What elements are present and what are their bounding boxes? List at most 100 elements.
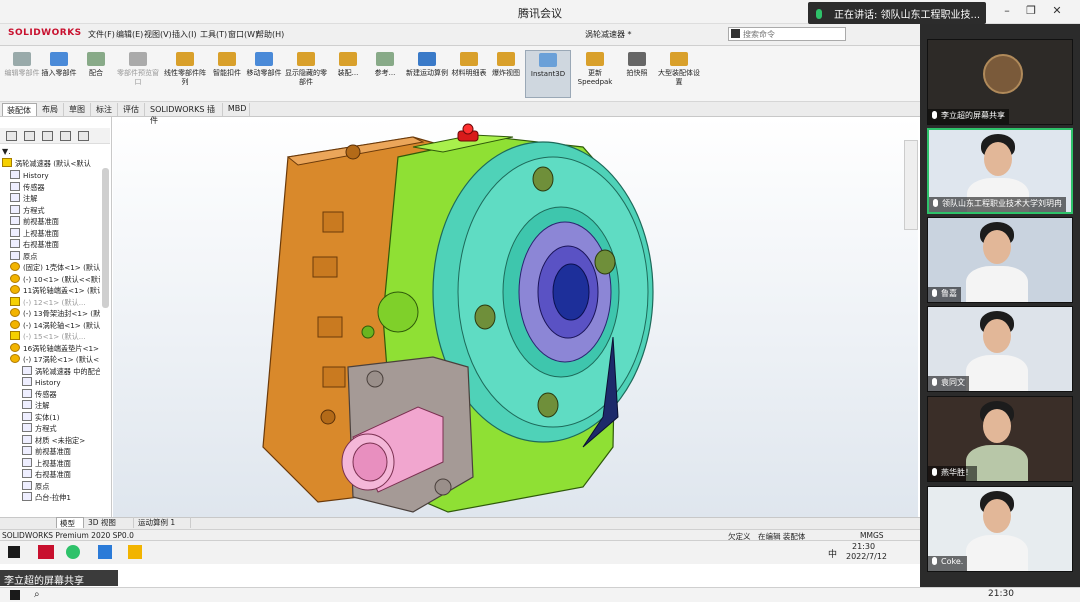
ribbon-button[interactable]: 移动零部件 — [246, 50, 282, 98]
tab-assembly[interactable]: 装配体 — [2, 103, 37, 116]
warning-icon — [10, 331, 20, 340]
host-clock[interactable]: 21:30 — [988, 589, 1014, 599]
minimize-icon[interactable]: – — [1000, 5, 1014, 17]
tree-item[interactable]: 上视基准面 — [10, 227, 100, 239]
tree-root-assembly[interactable]: 涡轮减速器 (默认<默认 — [2, 158, 110, 169]
participant-video-tile[interactable]: 燕华胜！ — [927, 396, 1073, 482]
tree-item[interactable]: 原点 — [10, 250, 100, 262]
ribbon-button[interactable]: 插入零部件 — [41, 50, 77, 98]
menu-item[interactable]: 视图(V) — [144, 29, 172, 40]
tab-command[interactable]: 草图 — [65, 103, 91, 116]
tree-item[interactable]: 原点 — [22, 480, 100, 492]
tab-command[interactable]: SOLIDWORKS 插件 — [146, 103, 223, 125]
ime-indicator[interactable]: 中 — [828, 547, 837, 560]
tree-item[interactable]: 注解 — [10, 193, 100, 204]
host-start-icon[interactable] — [10, 590, 20, 600]
ribbon-button[interactable]: Instant3D — [525, 50, 571, 98]
bottom-tab[interactable]: 运动算例 1 — [135, 517, 191, 528]
tree-item[interactable]: 方程式 — [22, 423, 100, 434]
ribbon-button[interactable]: 线性零部件阵列 — [162, 50, 208, 98]
ribbon-button[interactable]: 编辑零部件 — [4, 50, 40, 98]
menu-item[interactable]: 插入(I) — [172, 29, 197, 40]
property-manager-icon[interactable] — [24, 131, 35, 141]
ribbon-button[interactable]: 大型装配体设置 — [656, 50, 702, 98]
tree-item[interactable]: (-) 12<1> (默认... — [10, 296, 100, 308]
meeting-taskbar-icon[interactable] — [98, 545, 112, 559]
tree-item[interactable]: (-) 10<1> (默认<<默认... — [10, 273, 100, 285]
tree-item[interactable]: History — [22, 377, 100, 388]
tree-item[interactable]: 方程式 — [10, 204, 100, 216]
tree-item[interactable]: 凸台-拉伸1 — [22, 492, 100, 503]
tree-item[interactable]: 传感器 — [10, 181, 100, 193]
maximize-icon[interactable]: ❐ — [1024, 5, 1038, 17]
tree-item[interactable]: 16涡轮轴端盖垫片<1> (... — [10, 342, 100, 354]
tree-item[interactable]: 前视基准面 — [10, 216, 100, 227]
task-pane-tabs[interactable] — [904, 140, 918, 230]
ribbon-button[interactable]: 更新Speedpak — [572, 50, 618, 98]
command-search-input[interactable]: 搜索命令 — [728, 27, 846, 41]
tree-item[interactable]: (-) 15<1> (默认... — [10, 331, 100, 342]
tree-item[interactable]: 传感器 — [22, 388, 100, 400]
bottom-tab[interactable]: 模型 — [56, 517, 84, 528]
host-search-icon[interactable]: ⌕ — [34, 589, 40, 600]
explorer-taskbar-icon[interactable] — [128, 545, 142, 559]
participant-video-tile[interactable]: 鲁嘉 — [927, 217, 1073, 303]
tree-item[interactable]: 实体(1) — [22, 411, 100, 423]
ribbon-button[interactable]: 智能扣件 — [209, 50, 245, 98]
ribbon-button[interactable]: 配合 — [78, 50, 114, 98]
tree-item[interactable]: 材质 <未指定> — [22, 434, 100, 446]
ribbon-button[interactable]: 新建运动算例 — [404, 50, 450, 98]
tree-item[interactable]: 右视基准面 — [10, 239, 100, 250]
bottom-tab[interactable]: 3D 视图 — [85, 517, 134, 528]
tree-item[interactable]: (-) 13骨架油封<1> (默认... — [10, 308, 100, 319]
tab-command[interactable]: 布局 — [38, 103, 64, 116]
ribbon-button[interactable]: 参考... — [367, 50, 403, 98]
tree-item[interactable]: (-) 17涡轮<1> (默认<<... — [10, 354, 100, 365]
dimxpert-icon[interactable] — [60, 131, 71, 141]
tree-item[interactable]: 涡轮减速器 中的配合 — [22, 365, 100, 377]
close-icon[interactable]: ✕ — [1050, 5, 1064, 17]
filter-icon[interactable]: ▼. — [2, 146, 110, 157]
tab-command[interactable]: 标注 — [92, 103, 118, 116]
tree-item[interactable]: 前视基准面 — [22, 446, 100, 457]
ribbon-button[interactable]: 爆炸视图 — [488, 50, 524, 98]
ribbon-button-label: 参考... — [374, 69, 396, 77]
tree-item[interactable]: 上视基准面 — [22, 457, 100, 469]
participant-video-tile[interactable]: 领队山东工程职业技术大学刘玥冉 — [927, 128, 1073, 214]
ribbon-button[interactable]: 显示隐藏的零部件 — [283, 50, 329, 98]
ribbon-button[interactable]: 装配... — [330, 50, 366, 98]
tree-item[interactable]: (-) 14涡轮轴<1> (默认... — [10, 319, 100, 331]
menu-item[interactable]: 文件(F) — [88, 29, 115, 40]
tree-item[interactable]: (固定) 1壳体<1> (默认... — [10, 262, 100, 273]
ribbon-button[interactable]: 拍快照 — [619, 50, 655, 98]
graphics-viewport[interactable] — [113, 117, 918, 517]
tree-item[interactable]: 注解 — [22, 400, 100, 411]
status-units[interactable]: MMGS — [860, 531, 884, 540]
tree-item[interactable]: 11涡轮轴端盖<1> (默认... — [10, 285, 100, 296]
view-heads-up-toolbar[interactable] — [430, 103, 600, 116]
tab-command[interactable]: MBD — [224, 103, 250, 116]
clock-date[interactable]: 2022/7/12 — [846, 552, 887, 561]
menu-item[interactable]: 编辑(E) — [116, 29, 143, 40]
tree-scrollbar[interactable] — [102, 168, 109, 308]
clock-time[interactable]: 21:30 — [852, 542, 875, 551]
display-manager-icon[interactable] — [78, 131, 89, 141]
windows-start-icon[interactable] — [8, 546, 20, 558]
menu-item[interactable]: 帮助(H) — [256, 29, 284, 40]
configuration-manager-icon[interactable] — [42, 131, 53, 141]
tree-item[interactable]: 右视基准面 — [22, 469, 100, 480]
participant-video-tile[interactable]: 袁同文 — [927, 306, 1073, 392]
participant-video-tile[interactable]: Coke. — [927, 486, 1073, 572]
participant-video-tile[interactable]: 李立超的屏幕共享 — [927, 39, 1073, 125]
feature-manager-icon[interactable] — [6, 131, 17, 141]
solidworks-taskbar-icon[interactable] — [38, 545, 54, 559]
ribbon-button[interactable]: 零部件预览窗口 — [115, 50, 161, 98]
tab-command[interactable]: 评估 — [119, 103, 145, 116]
menu-item[interactable]: 窗口(W) — [228, 29, 258, 40]
menu-item[interactable]: 工具(T) — [200, 29, 227, 40]
wechat-taskbar-icon[interactable] — [66, 545, 80, 559]
tree-item[interactable]: History — [10, 170, 100, 181]
annotation-icon — [10, 193, 20, 202]
ribbon-button[interactable]: 材料明细表 — [451, 50, 487, 98]
tree-item-label: 11涡轮轴端盖<1> (默认... — [23, 286, 100, 295]
